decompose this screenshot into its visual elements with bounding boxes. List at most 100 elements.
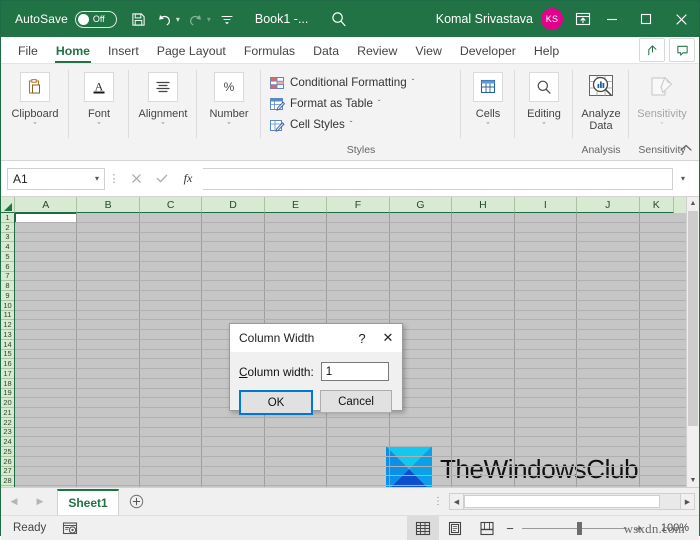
search-icon[interactable]	[330, 10, 348, 28]
minimize-icon[interactable]	[595, 1, 629, 37]
vertical-scroll-thumb[interactable]	[688, 211, 698, 426]
row-header-15[interactable]: 15	[1, 350, 14, 360]
row-header-23[interactable]: 23	[1, 428, 14, 438]
save-icon[interactable]	[127, 7, 151, 31]
row-header-22[interactable]: 22	[1, 418, 14, 428]
ribbon-tab-insert[interactable]: Insert	[99, 39, 148, 63]
sheet-tab-sheet1[interactable]: Sheet1	[57, 488, 119, 515]
row-header-4[interactable]: 4	[1, 242, 14, 252]
column-header-G[interactable]: G	[389, 197, 453, 213]
formula-bar-grip[interactable]: ⋮	[105, 172, 123, 185]
row-header-25[interactable]: 25	[1, 447, 14, 457]
row-header-10[interactable]: 10	[1, 301, 14, 311]
chevron-down-icon[interactable]: ˇ	[98, 122, 101, 131]
chevron-down-icon[interactable]: ˇ	[542, 122, 545, 131]
ribbon-tab-file[interactable]: File	[9, 39, 47, 63]
row-header-16[interactable]: 16	[1, 359, 14, 369]
zoom-slider-thumb[interactable]	[577, 521, 582, 535]
ribbon-display-options-icon[interactable]	[571, 7, 595, 31]
format-as-table-button[interactable]: Format as Table ˇ	[269, 93, 381, 114]
chevron-down-icon[interactable]: ˇ	[350, 120, 353, 129]
ribbon-tab-review[interactable]: Review	[348, 39, 406, 63]
confirm-check-icon[interactable]	[149, 168, 175, 190]
ok-button[interactable]: OK	[239, 390, 313, 415]
chevron-down-icon[interactable]: ▾	[95, 174, 99, 183]
column-header-J[interactable]: J	[577, 197, 640, 213]
column-header-H[interactable]: H	[452, 197, 515, 213]
normal-view-icon[interactable]	[407, 516, 439, 540]
row-header-11[interactable]: 11	[1, 311, 14, 321]
column-header-A[interactable]: A	[15, 197, 78, 213]
column-header-I[interactable]: I	[514, 197, 578, 213]
ribbon-tab-data[interactable]: Data	[304, 39, 348, 63]
row-header-18[interactable]: 18	[1, 379, 14, 389]
chevron-down-icon[interactable]: ˇ	[228, 122, 231, 131]
chevron-down-icon[interactable]: ˇ	[34, 122, 37, 131]
chevron-down-icon[interactable]: ˇ	[378, 99, 381, 108]
column-header-D[interactable]: D	[202, 197, 265, 213]
hscroll-track[interactable]	[464, 493, 680, 510]
expand-formula-bar-icon[interactable]: ▾	[673, 174, 693, 183]
row-header-26[interactable]: 26	[1, 457, 14, 467]
ribbon-tab-page-layout[interactable]: Page Layout	[148, 39, 235, 63]
zoom-slider-track[interactable]	[522, 521, 627, 535]
add-sheet-plus-icon[interactable]	[119, 494, 153, 509]
hscroll-left-arrow-icon[interactable]: ◀	[449, 493, 464, 510]
next-sheet-arrow-icon[interactable]: ▶	[27, 496, 53, 507]
row-header-24[interactable]: 24	[1, 437, 14, 447]
horizontal-scrollbar[interactable]: ◀ ▶	[449, 493, 695, 510]
formula-input[interactable]	[203, 167, 673, 190]
row-header-21[interactable]: 21	[1, 408, 14, 418]
row-header-12[interactable]: 12	[1, 320, 14, 330]
row-header-14[interactable]: 14	[1, 340, 14, 350]
avatar[interactable]: KS	[541, 8, 563, 30]
scroll-up-arrow-icon[interactable]: ▲	[687, 197, 699, 210]
sheet-tab-overflow-icon[interactable]: ⋮	[433, 496, 443, 506]
name-box[interactable]: A1 ▾	[7, 167, 105, 190]
autosave-toggle[interactable]: Off	[74, 10, 117, 28]
zoom-out-minus-icon[interactable]: −	[500, 521, 520, 536]
alignment-button[interactable]: Alignment ˇ	[139, 72, 187, 131]
row-header-17[interactable]: 17	[1, 369, 14, 379]
customize-quick-access-icon[interactable]	[215, 7, 239, 31]
close-icon[interactable]	[663, 1, 699, 37]
cells-button[interactable]: Cells ˇ	[473, 72, 503, 131]
previous-sheet-arrow-icon[interactable]: ◀	[1, 496, 27, 507]
row-header-5[interactable]: 5	[1, 252, 14, 262]
dialog-close-icon[interactable]: ✕	[374, 330, 402, 346]
row-header-9[interactable]: 9	[1, 291, 14, 301]
hscroll-thumb[interactable]	[464, 495, 660, 508]
document-title[interactable]: Book1 -...	[255, 12, 309, 26]
row-header-28[interactable]: 28	[1, 476, 14, 486]
column-header-B[interactable]: B	[77, 197, 140, 213]
conditional-formatting-button[interactable]: Conditional Formatting ˇ	[269, 72, 414, 93]
row-header-20[interactable]: 20	[1, 398, 14, 408]
row-header-7[interactable]: 7	[1, 272, 14, 282]
chevron-down-icon[interactable]: ˇ	[412, 78, 415, 87]
clipboard-button[interactable]: Clipboard ˇ	[11, 72, 59, 131]
chevron-down-icon[interactable]: ˇ	[487, 122, 490, 131]
scroll-down-arrow-icon[interactable]: ▼	[687, 474, 699, 487]
select-all-corner-icon[interactable]	[1, 197, 15, 213]
insert-function-icon[interactable]: fx	[175, 168, 201, 190]
maximize-icon[interactable]	[629, 1, 663, 37]
user-account[interactable]: Komal Srivastava KS	[436, 1, 563, 37]
row-header-8[interactable]: 8	[1, 281, 14, 291]
ribbon-tab-developer[interactable]: Developer	[451, 39, 525, 63]
page-layout-view-icon[interactable]	[439, 516, 471, 540]
vertical-scrollbar[interactable]: ▲ ▼	[686, 197, 699, 487]
undo-dropdown-caret[interactable]: ▾	[176, 15, 180, 24]
ribbon-tab-formulas[interactable]: Formulas	[235, 39, 304, 63]
editing-button[interactable]: Editing ˇ	[527, 72, 561, 131]
font-button[interactable]: A Font ˇ	[84, 72, 114, 131]
page-break-view-icon[interactable]	[471, 516, 503, 540]
help-question-icon[interactable]: ?	[350, 331, 374, 346]
collapse-ribbon-icon[interactable]	[679, 143, 693, 156]
column-header-F[interactable]: F	[327, 197, 390, 213]
column-width-input[interactable]: 1	[320, 362, 389, 381]
hscroll-right-arrow-icon[interactable]: ▶	[680, 493, 695, 510]
ribbon-tab-view[interactable]: View	[406, 39, 450, 63]
column-header-E[interactable]: E	[264, 197, 328, 213]
cancel-button[interactable]: Cancel	[320, 390, 392, 413]
cell-styles-button[interactable]: Cell Styles ˇ	[269, 114, 352, 135]
